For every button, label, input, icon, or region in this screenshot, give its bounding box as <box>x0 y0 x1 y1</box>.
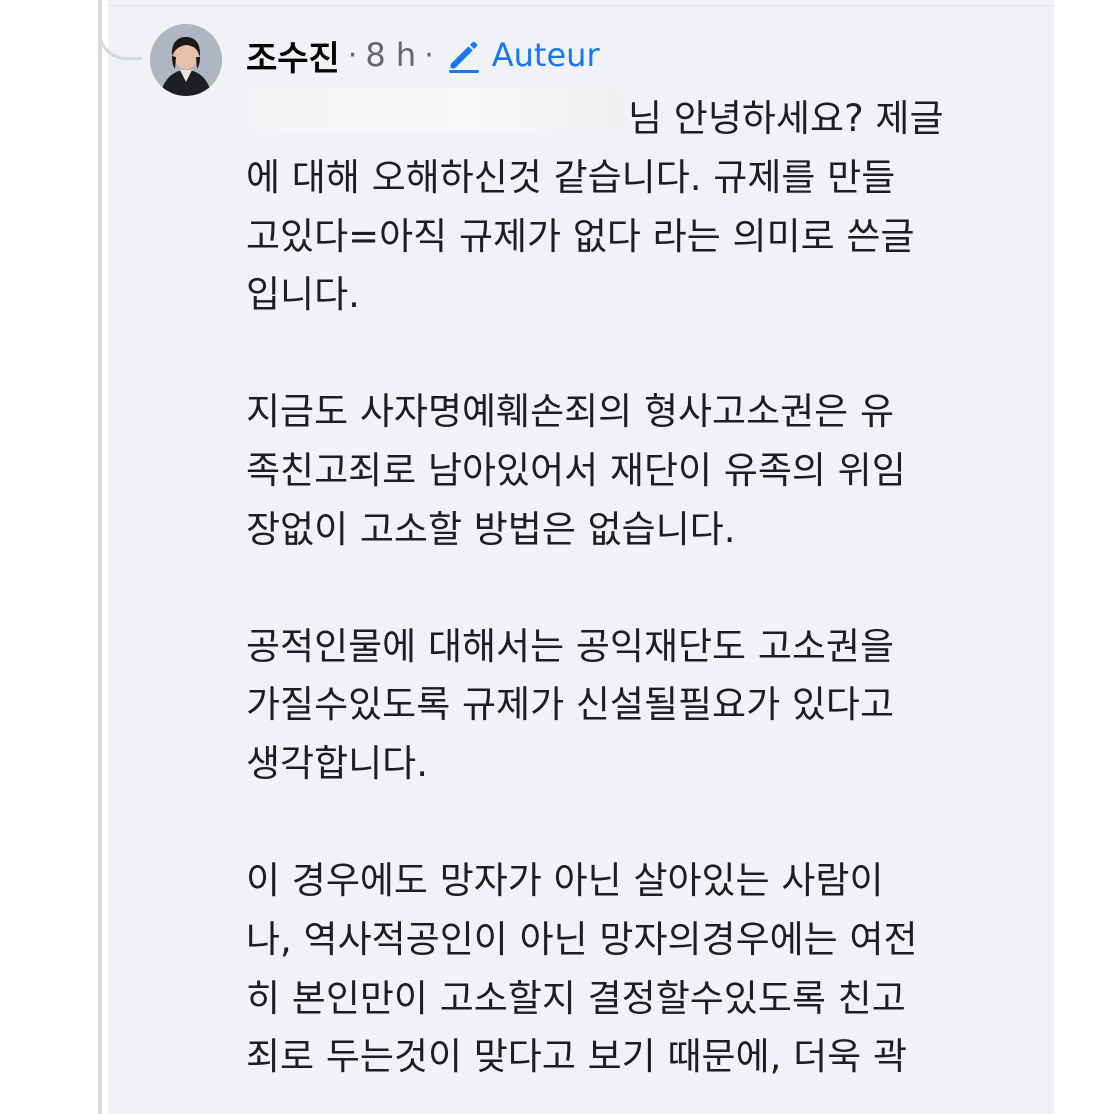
comment-line: 나, 역사적공인이 아닌 망자의경우에는 여전 <box>246 917 918 961</box>
comment-thread-view: 조수진 · 8 h · Auteur 님 안녕하세요? 제글 에 대해 오해하신… <box>0 0 1114 1114</box>
timestamp[interactable]: 8 h <box>365 36 416 74</box>
comment-paragraph: 님 안녕하세요? 제글 에 대해 오해하신것 같습니다. 규제를 만들 고있다=… <box>246 90 1046 325</box>
comment-header: 조수진 · 8 h · Auteur <box>246 30 600 80</box>
comment-line: 족친고죄로 남아있어서 재단이 유족의 위임 <box>246 448 906 492</box>
comment-line: 고있다=아직 규제가 없다 라는 의미로 쓴글 <box>246 214 915 258</box>
comment-text: 님 안녕하세요? 제글 에 대해 오해하신것 같습니다. 규제를 만들 고있다=… <box>246 90 1046 1114</box>
comment-line: 님 안녕하세요? 제글 <box>628 97 944 140</box>
comment-line: 히 본인만이 고소할지 결정할수있도록 친고 <box>246 976 906 1020</box>
comment-line: 가질수있도록 규제가 신설될필요가 있다고 <box>246 683 895 727</box>
meta-separator: · <box>424 37 434 73</box>
comment-paragraph: 지금도 사자명예훼손죄의 형사고소권은 유 족친고죄로 남아있어서 재단이 유족… <box>246 383 1046 559</box>
comment-line: 에 대해 오해하신것 같습니다. 규제를 만들 <box>246 155 896 199</box>
pencil-icon <box>448 41 479 73</box>
divider <box>108 5 1054 6</box>
comment-line: 공적인물에 대해서는 공익재단도 고소권을 <box>246 624 895 668</box>
comment-line: 지금도 사자명예훼손죄의 형사고소권은 유 <box>246 390 895 434</box>
meta-separator: · <box>347 37 358 73</box>
comment-line: 죄로 두는것이 맞다고 보기 때문에, 더욱 곽 <box>246 1035 908 1079</box>
reply-connector <box>98 0 142 60</box>
comment-line: 생각합니다. <box>246 742 428 786</box>
thread-line <box>98 0 102 1114</box>
comment-paragraph: 공적인물에 대해서는 공익재단도 고소권을 가질수있도록 규제가 신설될필요가 … <box>246 618 1046 794</box>
author-name[interactable]: 조수진 <box>246 31 340 80</box>
author-badge-label: Auteur <box>491 36 600 74</box>
comment-paragraph: 이 경우에도 망자가 아닌 살아있는 사람이 나, 역사적공인이 아닌 망자의경… <box>246 852 1046 1087</box>
author-badge: Auteur <box>444 35 600 75</box>
profile-photo-icon <box>150 24 222 96</box>
comment-line: 입니다. <box>246 273 360 317</box>
comment-line: 장없이 고소할 방법은 없습니다. <box>246 507 736 551</box>
avatar[interactable] <box>150 24 222 96</box>
comment-line: 이 경우에도 망자가 아닌 살아있는 사람이 <box>246 858 884 902</box>
